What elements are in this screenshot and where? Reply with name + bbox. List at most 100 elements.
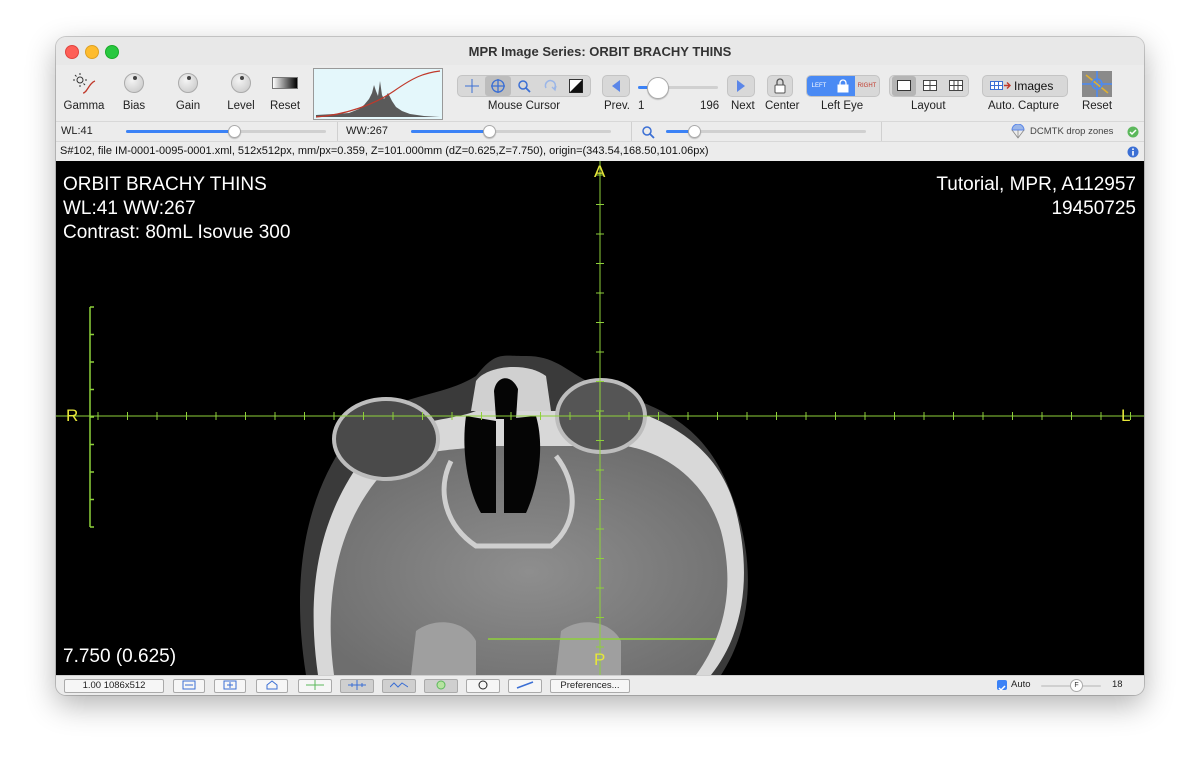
frame-value: 18 — [1112, 679, 1123, 690]
window-level-cursor-button[interactable] — [564, 76, 588, 96]
rotate-cursor-button[interactable] — [538, 76, 562, 96]
layout-label: Layout — [911, 100, 946, 112]
next-label: Next — [731, 100, 755, 112]
reset-view-label: Reset — [1081, 100, 1113, 112]
slice-min-label: 1 — [638, 100, 645, 112]
ww-label: WW:267 — [346, 125, 388, 137]
ww-slider-thumb[interactable] — [482, 125, 496, 138]
quad-pane-icon — [923, 80, 937, 91]
home-icon — [266, 680, 278, 690]
wl-slider-thumb[interactable] — [227, 125, 241, 138]
mouse-cursor-label: Mouse Cursor — [487, 100, 561, 112]
slice-max-label: 196 — [700, 100, 720, 112]
profile-button[interactable] — [382, 679, 416, 693]
dcmtk-drop-zones-label[interactable]: DCMTK drop zones — [1030, 126, 1113, 137]
roi-button[interactable] — [424, 679, 458, 693]
layout-quad-button[interactable] — [918, 76, 942, 96]
left-eye-label: Left Eye — [821, 100, 864, 112]
histogram-chart — [315, 70, 441, 118]
status-ok-icon — [1127, 126, 1139, 138]
circle-tool-button[interactable] — [466, 679, 500, 693]
gain-tool[interactable]: Gain — [168, 65, 208, 121]
roi-icon — [436, 680, 446, 690]
overlay-slice-position: 7.750 (0.625) — [63, 646, 177, 667]
reset-lut-tool[interactable]: Reset — [264, 65, 306, 121]
fit-width-button[interactable] — [173, 679, 205, 693]
fit-image-icon — [223, 680, 237, 690]
bias-tool[interactable]: Bias — [114, 65, 154, 121]
window-level-bar: WL:41 WW:267 DCMTK drop zones — [56, 121, 1144, 142]
prev-button[interactable] — [602, 75, 630, 97]
images-button[interactable]: Images — [982, 75, 1068, 97]
overlay-contrast: Contrast: 80mL Isovue 300 — [63, 222, 291, 243]
zoom-slider-thumb[interactable] — [687, 125, 701, 138]
contrast-icon — [569, 79, 583, 93]
next-arrow-icon — [737, 80, 745, 92]
crosshair-cursor-button[interactable] — [460, 76, 484, 96]
crosshair-ticks-button[interactable] — [340, 679, 374, 693]
left-eye-button[interactable]: LEFT — [807, 76, 831, 96]
gamma-icon — [73, 73, 96, 94]
bias-knob-icon — [124, 73, 144, 93]
level-label: Level — [227, 100, 255, 112]
fit-width-icon — [182, 680, 196, 690]
grid-pane-icon — [949, 80, 963, 91]
gamma-label: Gamma — [63, 100, 105, 112]
divider — [337, 122, 338, 142]
eye-segmented: LEFT RIGHT — [806, 75, 880, 97]
auto-checkbox[interactable] — [997, 680, 1007, 692]
toolbar: Gamma Bias Gain Level Reset Mouse Cursor… — [56, 65, 1144, 121]
images-icon — [990, 81, 1011, 90]
fit-image-button[interactable] — [214, 679, 246, 693]
layout-segmented — [889, 75, 969, 97]
right-eye-button[interactable]: RIGHT — [855, 76, 879, 96]
status-bar: 1.00 1086x512 Preferences... Auto F 18 — [56, 675, 1144, 695]
zoom-size-field[interactable]: 1.00 1086x512 — [64, 679, 164, 693]
title-bar: MPR Image Series: ORBIT BRACHY THINS — [56, 37, 1144, 65]
mpr-window: MPR Image Series: ORBIT BRACHY THINS Gam… — [56, 37, 1144, 695]
single-pane-icon — [897, 80, 911, 91]
images-button-label: Images — [1014, 79, 1054, 93]
reset-view-tool[interactable]: Reset — [1076, 65, 1118, 121]
reset-lut-label: Reset — [269, 100, 301, 112]
wl-label: WL:41 — [61, 125, 93, 137]
preferences-button[interactable]: Preferences... — [550, 679, 630, 693]
divider — [881, 122, 882, 142]
mouse-cursor-segmented — [457, 75, 591, 97]
crosshair-toggle-button[interactable] — [298, 679, 332, 693]
layout-single-button[interactable] — [892, 76, 916, 96]
overlay-date: 19450725 — [1051, 198, 1136, 219]
bias-label: Bias — [122, 100, 146, 112]
level-tool[interactable]: Level — [221, 65, 261, 121]
orientation-right: R — [66, 406, 79, 425]
layout-grid-button[interactable] — [944, 76, 968, 96]
gamma-tool[interactable]: Gamma — [62, 65, 106, 121]
histogram-panel[interactable] — [313, 68, 443, 120]
next-button[interactable] — [727, 75, 755, 97]
profile-icon — [389, 682, 409, 688]
home-button[interactable] — [256, 679, 288, 693]
rotate-icon — [544, 79, 557, 92]
circle-icon — [478, 680, 488, 690]
divider — [631, 122, 632, 142]
pan-icon — [491, 79, 505, 93]
orientation-anterior: A — [594, 162, 606, 181]
slice-slider-thumb[interactable] — [647, 77, 669, 99]
pan-cursor-button[interactable] — [485, 76, 511, 96]
prev-label: Prev. — [604, 100, 630, 112]
zoom-cursor-button[interactable] — [512, 76, 536, 96]
overlay-study: Tutorial, MPR, A112957 — [936, 174, 1136, 195]
orientation-posterior: P — [594, 650, 606, 669]
lock-icon — [774, 78, 786, 94]
wl-slider-fill — [126, 130, 234, 133]
info-icon[interactable] — [1127, 146, 1139, 158]
line-tool-icon — [516, 681, 534, 689]
crosshair-ticks-icon — [348, 680, 366, 690]
both-eyes-button[interactable] — [831, 76, 855, 96]
line-tool-button[interactable] — [508, 679, 542, 693]
overlay-series-name: ORBIT BRACHY THINS — [63, 174, 267, 195]
center-button[interactable] — [767, 75, 793, 97]
parachute-icon — [1011, 124, 1025, 139]
frame-slider-thumb[interactable]: F — [1070, 679, 1083, 692]
image-viewport[interactable]: ORBIT BRACHY THINS WL:41 WW:267 Contrast… — [56, 161, 1144, 675]
